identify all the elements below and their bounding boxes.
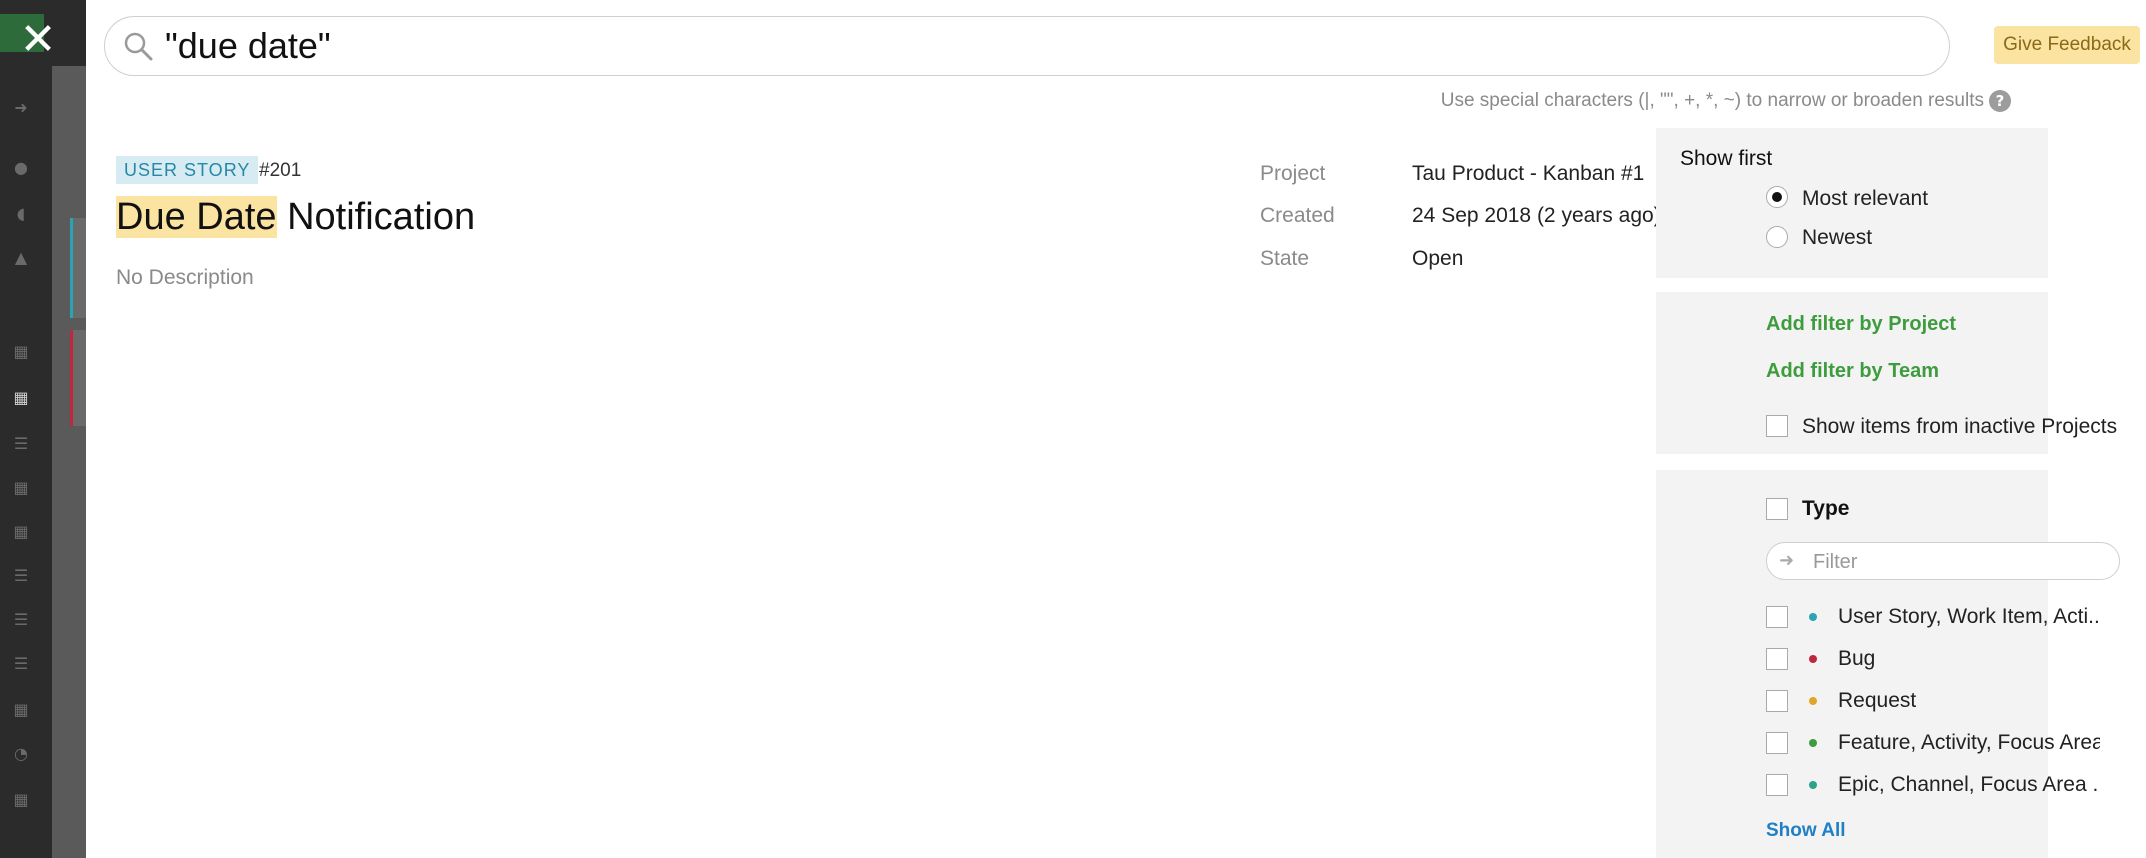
bg-board-icon: ▦ xyxy=(13,388,29,407)
type-item-checkbox[interactable] xyxy=(1766,606,1788,628)
type-color-dot xyxy=(1809,739,1817,747)
add-filter-team-link[interactable]: Add filter by Team xyxy=(1766,360,1939,383)
bg-user-icon: ● xyxy=(14,158,28,177)
type-color-dot xyxy=(1809,613,1817,621)
result-title[interactable]: Due Date Notification xyxy=(116,196,475,239)
radio-newest[interactable] xyxy=(1766,226,1788,248)
bg-arrow-icon: ➜ xyxy=(14,98,28,117)
bg-folder-icon: ▦ xyxy=(13,342,29,361)
bg-gauge-icon: ◔ xyxy=(14,744,28,763)
bg-grid-icon: ▦ xyxy=(13,478,29,497)
type-all-checkbox[interactable] xyxy=(1766,498,1788,520)
add-filter-project-link[interactable]: Add filter by Project xyxy=(1766,313,1956,336)
meta-value-created: 24 Sep 2018 (2 years ago) xyxy=(1412,204,1661,227)
bg-bell-icon: ▲ xyxy=(14,248,28,267)
result-id[interactable]: #201 xyxy=(259,160,301,182)
type-item-checkbox[interactable] xyxy=(1766,690,1788,712)
meta-label-state: State xyxy=(1260,247,1310,270)
meta-label-created: Created xyxy=(1260,204,1335,227)
give-feedback-button[interactable]: Give Feedback xyxy=(1994,26,2140,64)
meta-label-project: Project xyxy=(1260,162,1326,185)
show-first-title: Show first xyxy=(1680,147,1773,170)
radio-label-newest: Newest xyxy=(1802,226,1873,249)
type-item-label: Epic, Channel, Focus Area ... xyxy=(1838,773,2100,796)
radio-label-most-relevant: Most relevant xyxy=(1802,187,1929,210)
type-color-dot xyxy=(1809,781,1817,789)
type-filter-box: ➜ xyxy=(1766,542,2120,580)
inactive-projects-label: Show items from inactive Projects xyxy=(1802,415,2118,438)
close-icon[interactable]: ✕ xyxy=(14,16,62,64)
type-color-dot xyxy=(1809,697,1817,705)
show-all-link[interactable]: Show All xyxy=(1766,820,1846,842)
search-input[interactable] xyxy=(163,23,1927,69)
bg-list-icon: ☰ xyxy=(13,654,29,673)
search-icon xyxy=(124,32,153,61)
radio-most-relevant[interactable] xyxy=(1766,186,1788,208)
title-rest: Notification xyxy=(276,196,476,238)
inactive-projects-checkbox[interactable] xyxy=(1766,415,1788,437)
type-item-label: User Story, Work Item, Acti... xyxy=(1838,605,2100,628)
type-item-label: Bug xyxy=(1838,647,1876,670)
type-filter-input[interactable] xyxy=(1811,547,2105,577)
meta-value-project: Tau Product - Kanban #1 xyxy=(1412,162,1645,185)
type-item-label: Request xyxy=(1838,689,1917,712)
type-item-checkbox[interactable] xyxy=(1766,774,1788,796)
bg-list-icon: ☰ xyxy=(13,434,29,453)
bg-list-icon: ☰ xyxy=(13,566,29,585)
help-icon[interactable]: ? xyxy=(1989,90,2011,112)
search-hint: Use special characters (|, "", +, *, ~) … xyxy=(1440,90,1984,111)
bg-history-icon: ◖ xyxy=(16,204,26,223)
bg-list-icon: ☰ xyxy=(13,610,29,629)
type-item-checkbox[interactable] xyxy=(1766,732,1788,754)
search-box xyxy=(104,16,1950,76)
meta-value-state: Open xyxy=(1412,247,1464,270)
bg-grid-icon: ▦ xyxy=(13,700,29,719)
title-highlight: Due Date xyxy=(116,196,277,238)
result-description: No Description xyxy=(116,266,254,289)
background-app-panel xyxy=(52,66,86,858)
type-title: Type xyxy=(1802,497,1850,520)
bg-grid-icon: ▦ xyxy=(13,522,29,541)
type-item-checkbox[interactable] xyxy=(1766,648,1788,670)
type-color-dot xyxy=(1809,655,1817,663)
arrow-right-icon: ➜ xyxy=(1779,550,1795,571)
type-item-label: Feature, Activity, Focus Area xyxy=(1838,731,2100,754)
type-badge: USER STORY xyxy=(116,156,259,184)
bg-folder-icon: ▦ xyxy=(13,790,29,809)
